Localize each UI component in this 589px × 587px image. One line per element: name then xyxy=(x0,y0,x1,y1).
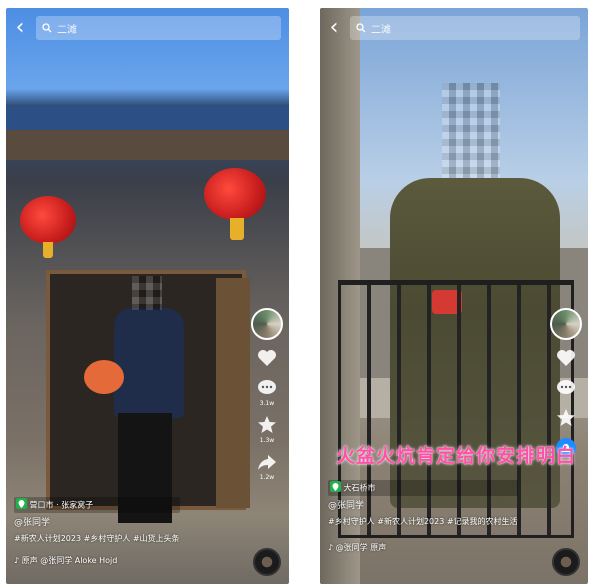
orange-fan xyxy=(84,360,124,394)
comment-icon xyxy=(557,380,575,394)
location-tag[interactable]: 大石桥市 xyxy=(328,480,518,496)
avatar[interactable] xyxy=(550,308,582,340)
search-input: 二滩 xyxy=(57,24,77,36)
eaves xyxy=(6,130,289,160)
action-rail: 3.1w 1.3w 1.2w xyxy=(251,308,283,481)
top-bar: ‹ 二滩 xyxy=(326,14,580,42)
lantern-tassel xyxy=(43,242,53,258)
location-pin-icon xyxy=(16,498,27,509)
search-icon xyxy=(356,23,366,33)
comment-count: 3.1w xyxy=(259,400,275,407)
music-text: 原声 @张同学 Aloke Hojd xyxy=(21,555,118,565)
pixelated-face xyxy=(132,276,162,310)
share-icon xyxy=(258,455,276,470)
location-text: 营口市 · 张家窝子 xyxy=(29,500,94,510)
lantern-tassel xyxy=(230,218,244,240)
avatar[interactable] xyxy=(251,308,283,340)
star-icon xyxy=(258,416,276,433)
like-button[interactable] xyxy=(555,348,577,368)
search-input: 二滩 xyxy=(371,24,391,36)
chevron-left-icon[interactable]: ‹ xyxy=(12,14,28,42)
username[interactable]: @张同学 xyxy=(328,500,518,512)
roof xyxy=(6,108,289,130)
star-icon xyxy=(557,409,575,426)
video-info: 营口市 · 张家窝子 @张同学 #新农人计划2023 #乡村守护人 #山货上头条… xyxy=(14,497,180,567)
search-box[interactable]: 二滩 xyxy=(350,16,580,40)
heart-icon xyxy=(258,350,276,366)
video-screen-2[interactable]: ‹ 二滩 火盆火炕肯定给你安排明白 大石桥市 @张同学 #乡村守护人 #新农人计… xyxy=(320,8,588,584)
music-info[interactable]: ♪ @张同学 原声 xyxy=(328,542,518,554)
location-pin-icon xyxy=(330,481,341,492)
red-lantern-right xyxy=(204,168,266,220)
video-info: 大石桥市 @张同学 #乡村守护人 #新农人计划2023 #记录我的农村生活 ♪ … xyxy=(328,480,518,554)
hashtags[interactable]: #乡村守护人 #新农人计划2023 #记录我的农村生活 xyxy=(328,516,518,528)
person-torso xyxy=(114,308,184,418)
search-box[interactable]: 二滩 xyxy=(36,16,281,40)
music-disc[interactable] xyxy=(253,548,281,576)
top-bar: ‹ 二滩 xyxy=(12,14,281,42)
music-text: @张同学 原声 xyxy=(335,542,387,552)
music-note-icon: ♪ xyxy=(14,555,20,565)
video-screen-1[interactable]: ‹ 二滩 3.1w 1.3w 1.2w 营口市 · 张家窝子 @张同学 #新农人… xyxy=(6,8,289,584)
share-button[interactable] xyxy=(256,452,278,472)
chevron-left-icon[interactable]: ‹ xyxy=(326,14,342,42)
hashtags[interactable]: #新农人计划2023 #乡村守护人 #山货上头条 xyxy=(14,533,180,545)
door-panel xyxy=(216,278,250,508)
comment-button[interactable] xyxy=(256,378,278,398)
music-disc[interactable] xyxy=(552,548,580,576)
comment-button[interactable] xyxy=(555,378,577,398)
favorite-count: 1.3w xyxy=(259,437,275,444)
location-text: 大石桥市 xyxy=(343,483,376,493)
favorite-button[interactable] xyxy=(256,415,278,435)
action-rail xyxy=(550,308,582,458)
comment-icon xyxy=(258,380,276,394)
like-button[interactable] xyxy=(256,348,278,368)
share-count: 1.2w xyxy=(259,474,275,481)
video-caption: 火盆火炕肯定给你安排明白 xyxy=(336,445,577,467)
favorite-button[interactable] xyxy=(555,408,577,428)
search-icon xyxy=(42,23,52,33)
heart-icon xyxy=(557,350,575,366)
music-info[interactable]: ♪ 原声 @张同学 Aloke Hojd xyxy=(14,555,180,567)
pixelated-face xyxy=(442,83,500,178)
location-tag[interactable]: 营口市 · 张家窝子 xyxy=(14,497,180,513)
red-lantern-left xyxy=(20,196,76,244)
username[interactable]: @张同学 xyxy=(14,517,180,529)
music-note-icon: ♪ xyxy=(328,542,334,552)
